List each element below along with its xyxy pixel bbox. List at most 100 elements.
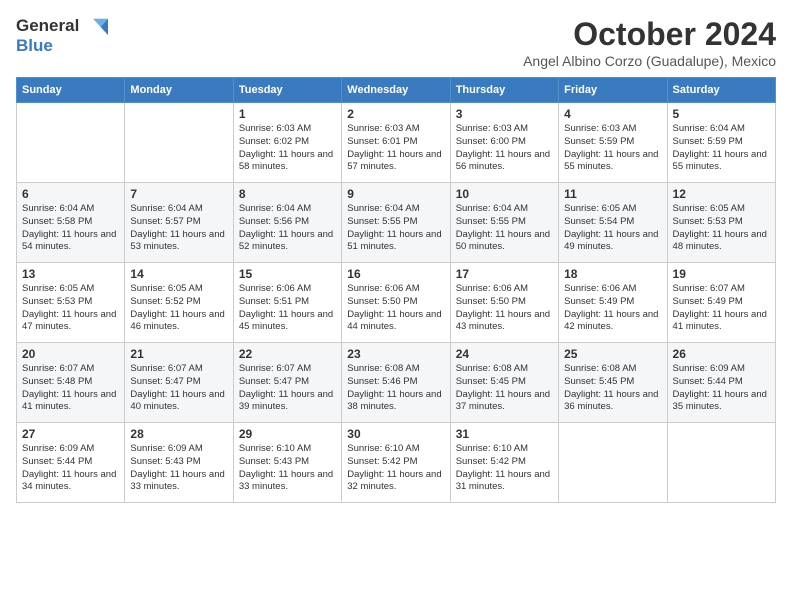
calendar-cell: 11 Sunrise: 6:05 AMSunset: 5:54 PMDayligh… bbox=[559, 183, 667, 263]
calendar-week-row: 13 Sunrise: 6:05 AMSunset: 5:53 PMDayligh… bbox=[17, 263, 776, 343]
calendar-cell: 12 Sunrise: 6:05 AMSunset: 5:53 PMDayligh… bbox=[667, 183, 775, 263]
calendar-header-friday: Friday bbox=[559, 78, 667, 103]
day-number: 16 bbox=[347, 267, 444, 281]
day-number: 8 bbox=[239, 187, 336, 201]
day-number: 24 bbox=[456, 347, 553, 361]
calendar-cell: 31Sunrise: 6:10 AMSunset: 5:42 PMDayligh… bbox=[450, 423, 558, 503]
day-number: 12 bbox=[673, 187, 770, 201]
calendar-cell: 23Sunrise: 6:08 AMSunset: 5:46 PMDayligh… bbox=[342, 343, 450, 423]
calendar-cell: 9 Sunrise: 6:04 AMSunset: 5:55 PMDaylight… bbox=[342, 183, 450, 263]
day-detail: Sunrise: 6:06 AMSunset: 5:50 PMDaylight:… bbox=[347, 283, 444, 334]
day-detail: Sunrise: 6:03 AMSunset: 5:59 PMDaylight:… bbox=[564, 123, 661, 174]
day-number: 22 bbox=[239, 347, 336, 361]
calendar-cell: 20Sunrise: 6:07 AMSunset: 5:48 PMDayligh… bbox=[17, 343, 125, 423]
day-detail: Sunrise: 6:08 AMSunset: 5:45 PMDaylight:… bbox=[456, 363, 553, 414]
day-detail: Sunrise: 6:08 AMSunset: 5:46 PMDaylight:… bbox=[347, 363, 444, 414]
calendar-cell bbox=[17, 103, 125, 183]
logo-icon bbox=[86, 18, 108, 36]
day-number: 2 bbox=[347, 107, 444, 121]
day-number: 29 bbox=[239, 427, 336, 441]
day-detail: Sunrise: 6:04 AMSunset: 5:56 PMDaylight:… bbox=[239, 203, 336, 254]
header: General Blue October 2024 Angel Albino C… bbox=[16, 16, 776, 69]
calendar-week-row: 6 Sunrise: 6:04 AMSunset: 5:58 PMDaylight… bbox=[17, 183, 776, 263]
day-detail: Sunrise: 6:05 AMSunset: 5:53 PMDaylight:… bbox=[22, 283, 119, 334]
day-detail: Sunrise: 6:04 AMSunset: 5:58 PMDaylight:… bbox=[22, 203, 119, 254]
calendar-cell bbox=[559, 423, 667, 503]
calendar-cell: 27Sunrise: 6:09 AMSunset: 5:44 PMDayligh… bbox=[17, 423, 125, 503]
logo-general-text: General bbox=[16, 16, 108, 36]
day-number: 13 bbox=[22, 267, 119, 281]
calendar-week-row: 1Sunrise: 6:03 AMSunset: 6:02 PMDaylight… bbox=[17, 103, 776, 183]
day-detail: Sunrise: 6:09 AMSunset: 5:44 PMDaylight:… bbox=[673, 363, 770, 414]
calendar-header-sunday: Sunday bbox=[17, 78, 125, 103]
calendar-cell: 30 Sunrise: 6:10 AMSunset: 5:42 PMDayligh… bbox=[342, 423, 450, 503]
calendar-header-wednesday: Wednesday bbox=[342, 78, 450, 103]
calendar-week-row: 20Sunrise: 6:07 AMSunset: 5:48 PMDayligh… bbox=[17, 343, 776, 423]
day-number: 3 bbox=[456, 107, 553, 121]
day-number: 11 bbox=[564, 187, 661, 201]
calendar-header-thursday: Thursday bbox=[450, 78, 558, 103]
calendar-cell: 7 Sunrise: 6:04 AMSunset: 5:57 PMDaylight… bbox=[125, 183, 233, 263]
day-number: 27 bbox=[22, 427, 119, 441]
calendar-cell: 17Sunrise: 6:06 AMSunset: 5:50 PMDayligh… bbox=[450, 263, 558, 343]
day-detail: Sunrise: 6:03 AMSunset: 6:00 PMDaylight:… bbox=[456, 123, 553, 174]
day-number: 26 bbox=[673, 347, 770, 361]
calendar-header-tuesday: Tuesday bbox=[233, 78, 341, 103]
calendar-cell: 10 Sunrise: 6:04 AMSunset: 5:55 PMDayligh… bbox=[450, 183, 558, 263]
calendar-cell: 2 Sunrise: 6:03 AMSunset: 6:01 PMDaylight… bbox=[342, 103, 450, 183]
day-detail: Sunrise: 6:10 AMSunset: 5:42 PMDaylight:… bbox=[347, 443, 444, 494]
day-number: 15 bbox=[239, 267, 336, 281]
calendar-cell: 26 Sunrise: 6:09 AMSunset: 5:44 PMDayligh… bbox=[667, 343, 775, 423]
day-number: 21 bbox=[130, 347, 227, 361]
day-number: 9 bbox=[347, 187, 444, 201]
day-detail: Sunrise: 6:03 AMSunset: 6:01 PMDaylight:… bbox=[347, 123, 444, 174]
day-number: 25 bbox=[564, 347, 661, 361]
day-detail: Sunrise: 6:09 AMSunset: 5:43 PMDaylight:… bbox=[130, 443, 227, 494]
day-number: 19 bbox=[673, 267, 770, 281]
day-detail: Sunrise: 6:05 AMSunset: 5:53 PMDaylight:… bbox=[673, 203, 770, 254]
calendar-cell: 1Sunrise: 6:03 AMSunset: 6:02 PMDaylight… bbox=[233, 103, 341, 183]
calendar-cell: 6 Sunrise: 6:04 AMSunset: 5:58 PMDaylight… bbox=[17, 183, 125, 263]
day-number: 10 bbox=[456, 187, 553, 201]
logo-blue: Blue bbox=[16, 36, 53, 55]
day-number: 6 bbox=[22, 187, 119, 201]
calendar-cell: 8 Sunrise: 6:04 AMSunset: 5:56 PMDaylight… bbox=[233, 183, 341, 263]
day-detail: Sunrise: 6:07 AMSunset: 5:48 PMDaylight:… bbox=[22, 363, 119, 414]
calendar-cell bbox=[667, 423, 775, 503]
day-number: 14 bbox=[130, 267, 227, 281]
day-detail: Sunrise: 6:07 AMSunset: 5:49 PMDaylight:… bbox=[673, 283, 770, 334]
calendar-cell: 22 Sunrise: 6:07 AMSunset: 5:47 PMDayligh… bbox=[233, 343, 341, 423]
day-detail: Sunrise: 6:04 AMSunset: 5:59 PMDaylight:… bbox=[673, 123, 770, 174]
calendar-header-saturday: Saturday bbox=[667, 78, 775, 103]
calendar-cell: 4 Sunrise: 6:03 AMSunset: 5:59 PMDaylight… bbox=[559, 103, 667, 183]
day-number: 7 bbox=[130, 187, 227, 201]
calendar-cell: 29 Sunrise: 6:10 AMSunset: 5:43 PMDayligh… bbox=[233, 423, 341, 503]
calendar-table: SundayMondayTuesdayWednesdayThursdayFrid… bbox=[16, 77, 776, 503]
title-area: October 2024 Angel Albino Corzo (Guadalu… bbox=[523, 16, 776, 69]
calendar-cell: 19 Sunrise: 6:07 AMSunset: 5:49 PMDayligh… bbox=[667, 263, 775, 343]
day-detail: Sunrise: 6:04 AMSunset: 5:55 PMDaylight:… bbox=[456, 203, 553, 254]
day-detail: Sunrise: 6:05 AMSunset: 5:54 PMDaylight:… bbox=[564, 203, 661, 254]
day-detail: Sunrise: 6:07 AMSunset: 5:47 PMDaylight:… bbox=[239, 363, 336, 414]
day-detail: Sunrise: 6:04 AMSunset: 5:57 PMDaylight:… bbox=[130, 203, 227, 254]
calendar-cell: 25 Sunrise: 6:08 AMSunset: 5:45 PMDayligh… bbox=[559, 343, 667, 423]
day-detail: Sunrise: 6:08 AMSunset: 5:45 PMDaylight:… bbox=[564, 363, 661, 414]
day-number: 4 bbox=[564, 107, 661, 121]
calendar-week-row: 27Sunrise: 6:09 AMSunset: 5:44 PMDayligh… bbox=[17, 423, 776, 503]
calendar-cell: 18 Sunrise: 6:06 AMSunset: 5:49 PMDayligh… bbox=[559, 263, 667, 343]
day-number: 30 bbox=[347, 427, 444, 441]
subtitle: Angel Albino Corzo (Guadalupe), Mexico bbox=[523, 53, 776, 69]
day-detail: Sunrise: 6:10 AMSunset: 5:43 PMDaylight:… bbox=[239, 443, 336, 494]
calendar-cell: 14Sunrise: 6:05 AMSunset: 5:52 PMDayligh… bbox=[125, 263, 233, 343]
calendar-cell: 5Sunrise: 6:04 AMSunset: 5:59 PMDaylight… bbox=[667, 103, 775, 183]
day-detail: Sunrise: 6:04 AMSunset: 5:55 PMDaylight:… bbox=[347, 203, 444, 254]
calendar-cell bbox=[125, 103, 233, 183]
calendar-cell: 3 Sunrise: 6:03 AMSunset: 6:00 PMDaylight… bbox=[450, 103, 558, 183]
day-number: 28 bbox=[130, 427, 227, 441]
calendar-cell: 28 Sunrise: 6:09 AMSunset: 5:43 PMDayligh… bbox=[125, 423, 233, 503]
calendar-cell: 15Sunrise: 6:06 AMSunset: 5:51 PMDayligh… bbox=[233, 263, 341, 343]
calendar-cell: 21Sunrise: 6:07 AMSunset: 5:47 PMDayligh… bbox=[125, 343, 233, 423]
day-detail: Sunrise: 6:06 AMSunset: 5:49 PMDaylight:… bbox=[564, 283, 661, 334]
logo: General Blue bbox=[16, 16, 108, 56]
day-number: 18 bbox=[564, 267, 661, 281]
